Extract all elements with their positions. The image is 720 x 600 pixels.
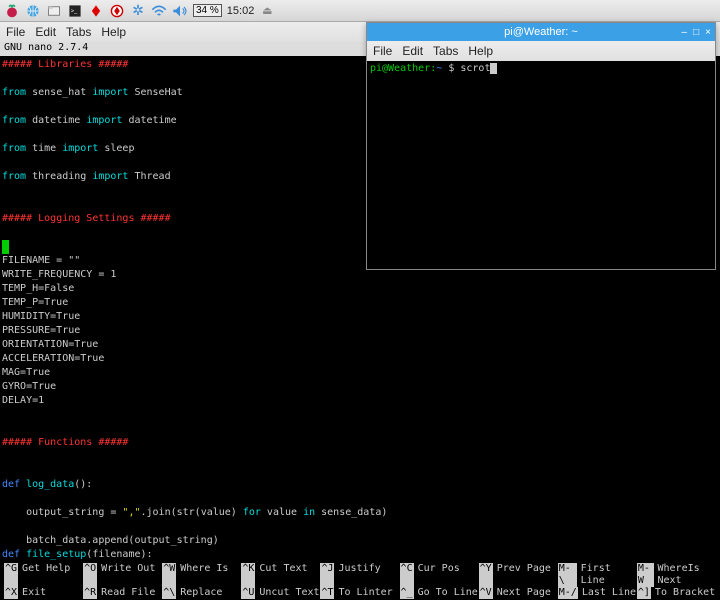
terminal-area[interactable]: pi@Weather:~ $ scrot <box>367 61 715 269</box>
svg-text:>_: >_ <box>71 8 78 14</box>
files-icon[interactable] <box>46 3 62 19</box>
nano-shortcut-bar: ^GGet Help ^OWrite Out ^WWhere Is ^KCut … <box>0 562 720 600</box>
terminal-icon[interactable]: >_ <box>67 3 83 19</box>
menu-help[interactable]: Help <box>468 44 493 58</box>
eject-icon[interactable]: ⏏ <box>259 3 275 19</box>
raspberry-icon[interactable] <box>4 3 20 19</box>
menu-tabs[interactable]: Tabs <box>433 44 458 58</box>
terminal-title: pi@Weather: ~ <box>504 26 578 38</box>
terminal-window: pi@Weather: ~ – □ × File Edit Tabs Help … <box>366 22 716 270</box>
wifi-icon[interactable] <box>151 3 167 19</box>
menu-file[interactable]: File <box>6 25 25 39</box>
menu-edit[interactable]: Edit <box>35 25 56 39</box>
mathematica-icon[interactable] <box>88 3 104 19</box>
nano-version: GNU nano 2.7.4 <box>4 42 88 56</box>
close-icon[interactable]: × <box>705 27 711 38</box>
menu-file[interactable]: File <box>373 44 392 58</box>
wolfram-icon[interactable] <box>109 3 125 19</box>
bluetooth-icon[interactable]: ✲ <box>130 3 146 19</box>
clock: 15:02 <box>227 5 255 17</box>
volume-icon[interactable] <box>172 3 188 19</box>
globe-icon[interactable] <box>25 3 41 19</box>
terminal-menubar: File Edit Tabs Help <box>367 41 715 61</box>
terminal-titlebar[interactable]: pi@Weather: ~ – □ × <box>367 23 715 41</box>
menu-tabs[interactable]: Tabs <box>66 25 91 39</box>
system-panel: >_ ✲ 34 % 15:02 ⏏ <box>0 0 720 22</box>
menu-edit[interactable]: Edit <box>402 44 423 58</box>
battery-indicator[interactable]: 34 % <box>193 4 222 17</box>
maximize-icon[interactable]: □ <box>693 27 699 38</box>
menu-help[interactable]: Help <box>101 25 126 39</box>
minimize-icon[interactable]: – <box>682 27 688 38</box>
